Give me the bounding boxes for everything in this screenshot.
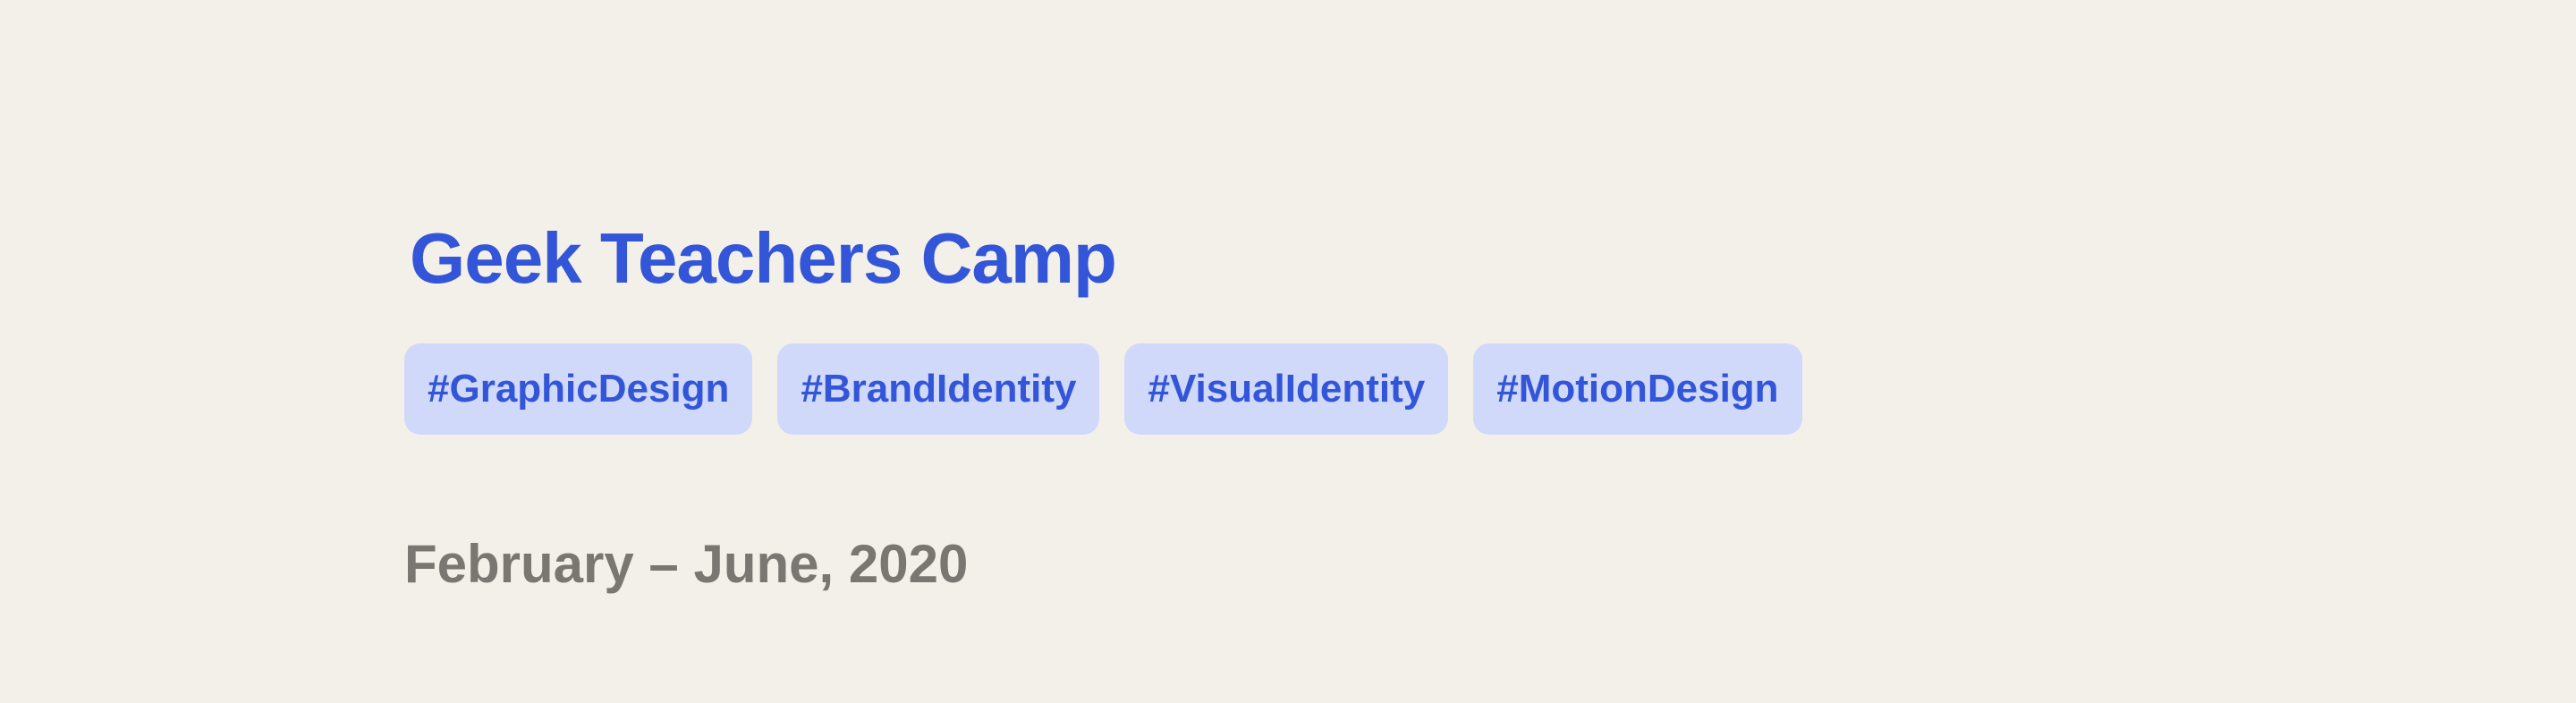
project-title: Geek Teachers Camp bbox=[410, 218, 1117, 298]
project-date-range: February – June, 2020 bbox=[404, 534, 969, 594]
tag-graphic-design[interactable]: #GraphicDesign bbox=[404, 343, 753, 435]
tag-brand-identity[interactable]: #BrandIdentity bbox=[777, 343, 1100, 435]
tag-list: #GraphicDesign #BrandIdentity #VisualIde… bbox=[404, 343, 1802, 435]
tag-motion-design[interactable]: #MotionDesign bbox=[1473, 343, 1802, 435]
tag-visual-identity[interactable]: #VisualIdentity bbox=[1124, 343, 1449, 435]
project-header: Geek Teachers Camp #GraphicDesign #Brand… bbox=[404, 216, 1802, 596]
